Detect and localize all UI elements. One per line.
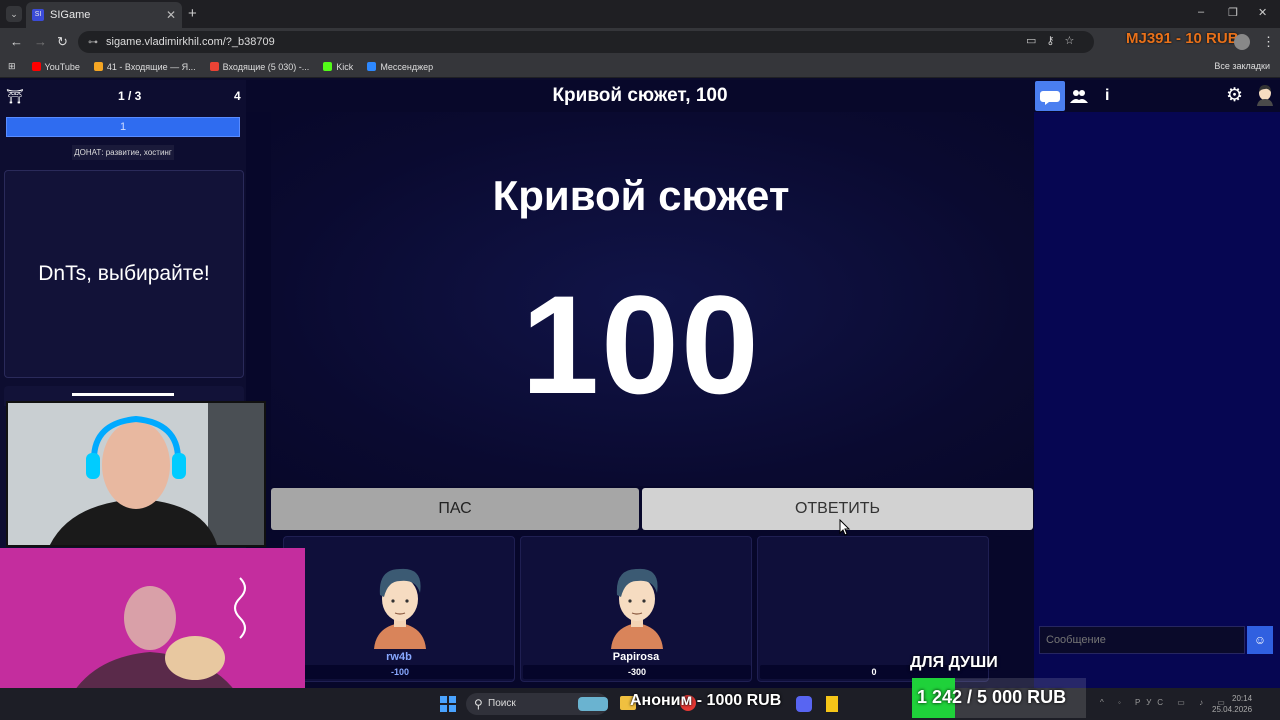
bookmark-youtube[interactable]: YouTube — [31, 62, 80, 72]
pass-button[interactable]: ПАС — [271, 488, 639, 530]
player-score: -300 — [523, 665, 751, 679]
profile-avatar[interactable] — [1234, 34, 1250, 50]
tab-list-button[interactable]: ⌄ — [6, 6, 22, 22]
windows-start-icon[interactable] — [440, 696, 456, 712]
chat-tab[interactable] — [1035, 81, 1065, 111]
timer-value: 1 — [119, 121, 127, 133]
close-window-icon[interactable]: ✕ — [1258, 6, 1267, 19]
chat-icon — [1040, 91, 1060, 105]
player-name: Papirosa — [612, 651, 660, 663]
donate-button[interactable]: ДОНАТ: развитие, хостинг — [72, 145, 174, 160]
discord-icon[interactable] — [796, 696, 812, 712]
browser-tab[interactable]: SI SIGame ✕ — [26, 2, 182, 28]
host-message: DnTs, выбирайте! — [4, 170, 244, 378]
chat-message-input[interactable] — [1039, 626, 1245, 654]
player-card[interactable]: rw4b -100 — [283, 536, 515, 682]
taskbar-clock[interactable]: 20:14 25.04.2026 — [1212, 693, 1252, 715]
bookmark-messenger[interactable]: Мессенджер — [367, 62, 433, 72]
player-name: rw4b — [386, 651, 412, 663]
apps-grid-icon[interactable]: ⊞ — [8, 61, 16, 72]
question-price: 100 — [521, 266, 761, 423]
url-input[interactable]: ⊶ sigame.vladimirkhil.com/?_b38709 — [78, 31, 1094, 53]
kick-icon — [323, 62, 333, 71]
theme-title: Кривой сюжет — [492, 172, 790, 219]
new-tab-icon[interactable]: + — [188, 5, 197, 22]
game-menu-icon[interactable]: ⛩ — [6, 88, 24, 104]
sigame-favicon-icon: SI — [32, 9, 44, 21]
answer-button[interactable]: ОТВЕТИТЬ — [642, 488, 1033, 530]
timer-bar: 1 — [6, 117, 240, 137]
back-icon[interactable]: ← — [10, 34, 23, 49]
round-counter: 1 / 3 — [118, 89, 142, 103]
url-text: sigame.vladimirkhil.com/?_b38709 — [106, 36, 275, 48]
players-icon[interactable] — [1070, 88, 1088, 104]
youtube-icon — [31, 62, 41, 71]
minimize-icon[interactable]: – — [1198, 6, 1204, 18]
donation-alert: Аноним - 1000 RUB — [630, 692, 782, 709]
clock-time: 20:14 — [1232, 694, 1253, 703]
settings-gear-icon[interactable]: ⚙ — [1226, 84, 1243, 107]
player-avatar-icon — [374, 568, 426, 649]
webcam-streamer — [6, 401, 266, 547]
tab-title: SIGame — [50, 9, 91, 21]
app-taskbar-icon[interactable] — [826, 696, 838, 712]
question-header: Кривой сюжет, 100 — [246, 80, 1034, 112]
forward-icon[interactable]: → — [34, 34, 47, 49]
mouse-pointer-icon — [839, 519, 851, 536]
donation-goal-text: 1 242 / 5 000 RUB — [917, 687, 1067, 707]
close-tab-icon[interactable]: ✕ — [166, 8, 176, 22]
donation-goal-label: ДЛЯ ДУШИ — [910, 654, 998, 671]
browser-menu-icon[interactable]: ⋮ — [1262, 34, 1275, 50]
webcam-person-image — [8, 403, 264, 545]
taskbar-widget-icon[interactable] — [578, 697, 608, 711]
gmail-icon — [209, 62, 219, 71]
left-lower-indicator — [72, 393, 174, 396]
bookmark-gmail[interactable]: Входящие (5 030) -... — [209, 62, 309, 72]
maximize-icon[interactable]: ❐ — [1228, 6, 1238, 19]
bookmark-mail[interactable]: 41 - Входящие — Я... — [93, 62, 196, 72]
player-avatar-icon — [611, 568, 663, 649]
site-info-icon[interactable]: ⊶ — [88, 37, 98, 48]
user-avatar-icon[interactable] — [1256, 84, 1274, 106]
address-bar-actions[interactable]: ▭⚷☆ — [1026, 34, 1084, 47]
players-count: 4 — [234, 89, 241, 103]
emoji-icon[interactable]: ☺ — [1247, 626, 1273, 654]
player-card[interactable]: Papirosa -300 — [520, 536, 752, 682]
messenger-icon — [367, 62, 377, 71]
bookmarks-bar: ⊞ YouTube 41 - Входящие — Я... Входящие … — [0, 56, 1280, 78]
chat-panel — [1034, 112, 1280, 688]
language-indicator[interactable]: РУС — [1135, 698, 1169, 707]
mail-icon — [93, 62, 103, 71]
donation-overlay-top: MJ391 - 10 RUB — [1126, 30, 1239, 47]
info-icon[interactable]: i — [1105, 87, 1109, 105]
bookmark-kick[interactable]: Kick — [323, 62, 353, 72]
player-score: -100 — [286, 665, 514, 679]
all-bookmarks-button[interactable]: Все закладки — [1214, 61, 1270, 71]
clock-date: 25.04.2026 — [1212, 705, 1253, 714]
reload-icon[interactable]: ↻ — [57, 34, 68, 50]
